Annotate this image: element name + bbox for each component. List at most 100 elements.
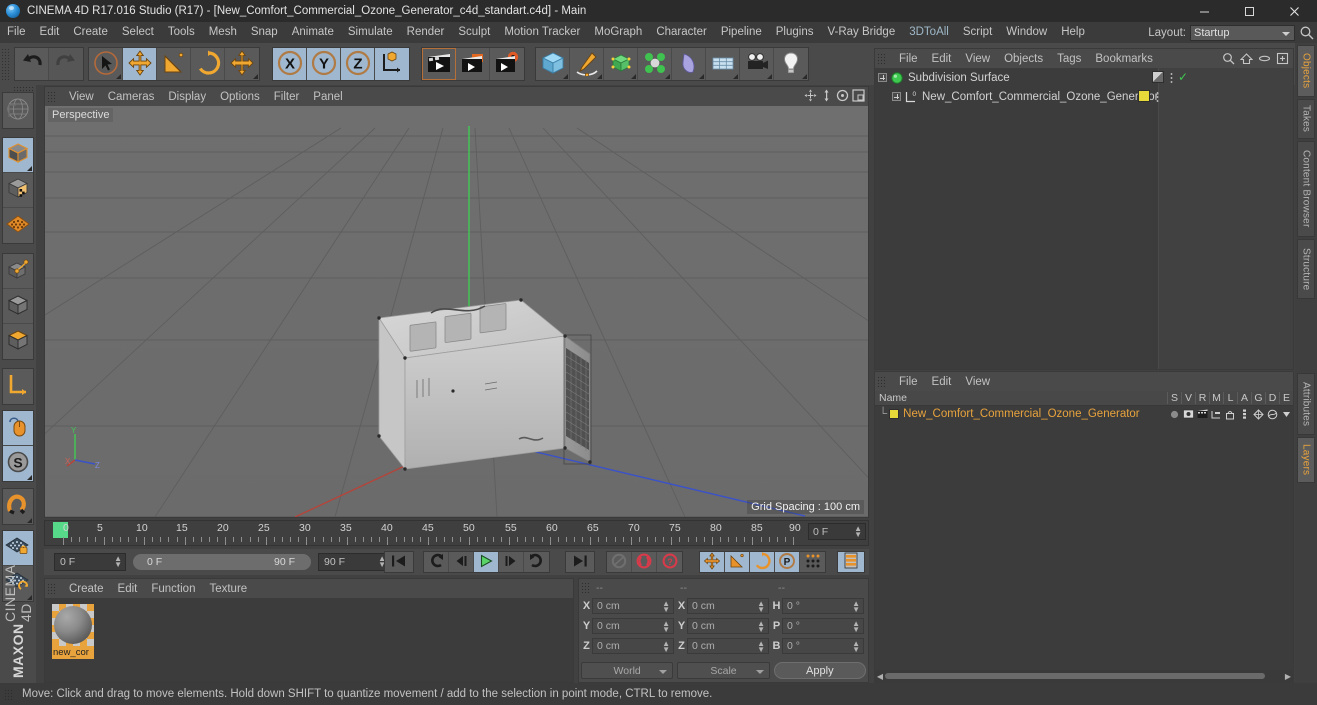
layer-render-cell[interactable] [1195, 409, 1209, 419]
redo-button[interactable] [49, 48, 83, 80]
render-to-picture-viewer-button[interactable] [456, 48, 490, 80]
coord-input-pos-y[interactable]: 0 cm ▲ ▼ [592, 618, 674, 634]
coordinate-mode-select[interactable]: Scale [677, 662, 770, 679]
record-rotation-button[interactable] [750, 551, 775, 572]
coord-input-size-z[interactable]: 0 cm ▲ ▼ [687, 638, 769, 654]
layer-view-cell[interactable] [1181, 409, 1195, 419]
layer-horizontal-scrollbar[interactable]: ◀ ▶ [875, 670, 1293, 682]
rotate-tool[interactable] [191, 48, 225, 80]
layer-color-swatch[interactable] [889, 409, 900, 419]
soft-selection-button[interactable]: S [3, 446, 33, 481]
max-time-field[interactable]: 90 F ▲ ▼ [318, 553, 390, 571]
minimize-button[interactable] [1182, 0, 1227, 22]
coord-input-size-x[interactable]: 0 cm ▲ ▼ [687, 598, 769, 614]
lock-y-axis-button[interactable]: Y [307, 48, 341, 80]
add-mograph-button[interactable] [638, 48, 672, 80]
coord-input-rot-h[interactable]: 0 ° ▲ ▼ [782, 598, 864, 614]
add-light-button[interactable] [774, 48, 808, 80]
coord-input-rot-p[interactable]: 0 ° ▲ ▼ [782, 618, 864, 634]
coord-input-pos-z[interactable]: 0 cm ▲ ▼ [592, 638, 674, 654]
viewport-menu-view[interactable]: View [62, 91, 101, 103]
coordinate-system-select[interactable]: World [581, 662, 674, 679]
add-spline-button[interactable] [570, 48, 604, 80]
tag-check-icon[interactable]: ✓ [1178, 70, 1188, 84]
snap-toggle-button[interactable] [3, 489, 33, 524]
tab-content-browser[interactable]: Content Browser [1297, 141, 1315, 237]
layer-row[interactable]: └ New_Comfort_Commercial_Ozone_Generator [875, 406, 1293, 422]
lock-z-axis-button[interactable]: Z [341, 48, 375, 80]
make-editable-button[interactable] [3, 93, 33, 128]
add-cube-button[interactable] [536, 48, 570, 80]
undo-button[interactable] [15, 48, 49, 80]
point-level-animation-button[interactable] [800, 552, 825, 572]
go-to-start-button[interactable] [385, 552, 413, 572]
object-menu-bookmarks[interactable]: Bookmarks [1088, 53, 1160, 65]
timeline-ruler[interactable]: 0 5 10 15 20 25 30 35 40 45 50 55 60 65 70 75 80 85 90 0 F… [44, 520, 869, 546]
menu-animate[interactable]: Animate [285, 22, 341, 43]
play-reverse-button[interactable] [424, 552, 449, 572]
object-dots-icon[interactable] [1156, 91, 1159, 102]
object-row-subdivision-surface[interactable]: Subdivision Surface ✓ [875, 68, 1293, 87]
point-mode-button[interactable] [3, 254, 33, 289]
timeline-frame-field[interactable]: 0 F ▲ ▼ [808, 523, 866, 540]
scroll-left-arrow-icon[interactable]: ◀ [875, 672, 885, 681]
status-bar-grip[interactable] [4, 688, 14, 700]
viewport-menu-display[interactable]: Display [161, 91, 213, 103]
menu-vray-bridge[interactable]: V-Ray Bridge [820, 22, 902, 43]
layer-lock-cell[interactable] [1223, 409, 1237, 420]
apply-button[interactable]: Apply [773, 662, 866, 679]
object-menu-objects[interactable]: Objects [997, 53, 1050, 65]
material-preview-swatch[interactable] [52, 604, 94, 646]
menu-simulate[interactable]: Simulate [341, 22, 400, 43]
previous-frame-button[interactable] [449, 552, 474, 572]
expand-toggle-icon[interactable] [892, 92, 901, 101]
open-timeline-button[interactable] [838, 552, 864, 572]
material-list[interactable]: new_cor [45, 598, 573, 682]
stepper-icon[interactable]: ▲ ▼ [114, 555, 122, 569]
coordinates-grip[interactable] [581, 582, 591, 593]
menu-plugins[interactable]: Plugins [769, 22, 821, 43]
menu-file[interactable]: File [0, 22, 33, 43]
object-row-ozone-generator[interactable]: 0 New_Comfort_Commercial_Ozone_Generator [875, 87, 1293, 106]
stepper-icon[interactable]: ▲ ▼ [852, 620, 860, 634]
move-view-icon[interactable] [804, 89, 817, 105]
viewport-menu-cameras[interactable]: Cameras [101, 91, 162, 103]
object-menu-edit[interactable]: Edit [925, 53, 959, 65]
layer-menu-file[interactable]: File [892, 376, 925, 388]
maximize-button[interactable] [1227, 0, 1272, 22]
record-active-objects-button[interactable] [607, 552, 632, 572]
object-menu-view[interactable]: View [958, 53, 997, 65]
workplane-mode-button[interactable] [3, 208, 33, 243]
tab-structure[interactable]: Structure [1297, 239, 1315, 299]
layer-animation-cell[interactable] [1237, 409, 1251, 420]
stepper-icon[interactable]: ▲ ▼ [757, 620, 765, 634]
menu-window[interactable]: Window [999, 22, 1054, 43]
keyframe-selection-button[interactable]: ? [657, 552, 682, 572]
layer-solo-cell[interactable] [1167, 410, 1181, 419]
layer-deformers-cell[interactable] [1265, 409, 1279, 420]
object-layer-swatch[interactable] [1138, 90, 1150, 102]
menu-script[interactable]: Script [956, 22, 999, 43]
stepper-icon[interactable]: ▲ ▼ [757, 640, 765, 654]
layer-manager-grip[interactable] [877, 376, 887, 387]
menu-mesh[interactable]: Mesh [202, 22, 244, 43]
lock-x-axis-button[interactable]: X [273, 48, 307, 80]
layer-expression-cell[interactable] [1279, 410, 1293, 419]
move-tool[interactable] [123, 48, 157, 80]
edit-render-settings-button[interactable] [490, 48, 524, 80]
menu-render[interactable]: Render [400, 22, 452, 43]
menu-create[interactable]: Create [66, 22, 115, 43]
layer-generators-cell[interactable] [1251, 408, 1265, 420]
coord-input-rot-b[interactable]: 0 ° ▲ ▼ [782, 638, 864, 654]
stepper-icon[interactable]: ▲ ▼ [852, 640, 860, 654]
tab-objects[interactable]: Objects [1297, 45, 1315, 97]
tab-attributes[interactable]: Attributes [1297, 373, 1315, 435]
stepper-icon[interactable]: ▲ ▼ [662, 620, 670, 634]
coord-input-size-y[interactable]: 0 cm ▲ ▼ [687, 618, 769, 634]
menu-edit[interactable]: Edit [33, 22, 67, 43]
scrollbar-thumb[interactable] [885, 673, 1265, 679]
menu-sculpt[interactable]: Sculpt [451, 22, 497, 43]
viewport-menu-panel[interactable]: Panel [306, 91, 349, 103]
menu-motion-tracker[interactable]: Motion Tracker [497, 22, 587, 43]
search-icon[interactable] [1222, 52, 1235, 68]
